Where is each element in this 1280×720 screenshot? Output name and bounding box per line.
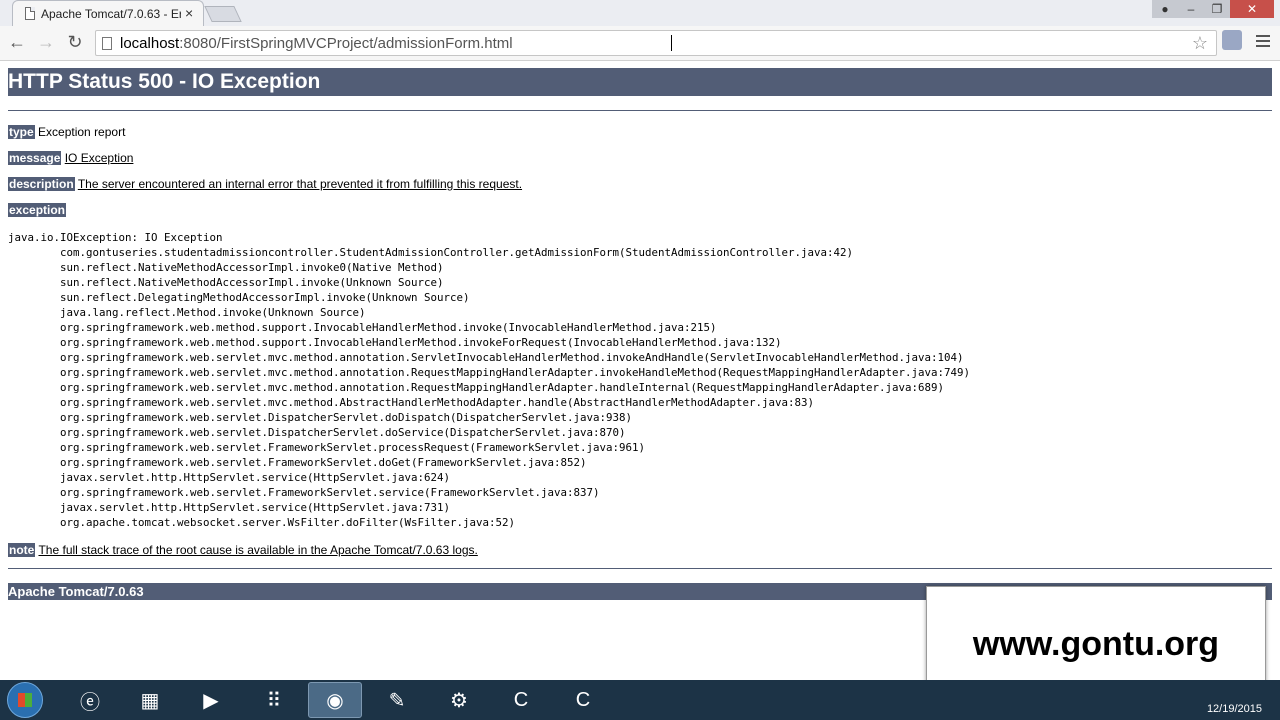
- minimize-button[interactable]: –: [1178, 0, 1204, 18]
- clock-date[interactable]: 12/19/2015: [1207, 703, 1262, 715]
- divider: [8, 110, 1272, 111]
- text-cursor-icon: [671, 35, 678, 51]
- watermark-text: www.gontu.org: [972, 624, 1220, 663]
- error-page: HTTP Status 500 - IO Exception type Exce…: [8, 60, 1272, 600]
- page-icon: [25, 7, 35, 20]
- note-label: note: [8, 543, 36, 557]
- chrome-icon[interactable]: ◉: [308, 682, 362, 718]
- reload-icon[interactable]: ↻: [65, 32, 85, 52]
- browser-titlebar: Apache Tomcat/7.0.63 - Er × ● – ❐ ✕: [0, 0, 1280, 26]
- message-row: message IO Exception: [8, 151, 1272, 165]
- description-label: description: [8, 177, 75, 191]
- bookmark-star-icon[interactable]: ☆: [1192, 33, 1208, 54]
- exception-row: exception: [8, 203, 1272, 217]
- message-value: IO Exception: [64, 151, 134, 165]
- stack-trace: java.io.IOException: IO Exception com.go…: [8, 231, 971, 529]
- browser-tab[interactable]: Apache Tomcat/7.0.63 - Er ×: [12, 0, 204, 26]
- extension-icon[interactable]: [1222, 30, 1242, 50]
- forward-arrow-icon[interactable]: →: [36, 32, 56, 52]
- user-icon[interactable]: ●: [1152, 0, 1178, 18]
- browser-toolbar: ← → ↻ localhost:8080/FirstSpringMVCProje…: [0, 26, 1280, 61]
- page-title: HTTP Status 500 - IO Exception: [8, 68, 1272, 96]
- new-tab-button[interactable]: [204, 6, 242, 22]
- page-icon: [102, 37, 112, 50]
- taskbar: ⓔ ▦ ▶ ⠿ ◉ ✎ ⚙ C C 12/19/2015: [0, 680, 1280, 720]
- type-value: Exception report: [38, 125, 126, 139]
- apps-icon[interactable]: ⠿: [247, 682, 301, 718]
- internet-explorer-icon[interactable]: ⓔ: [63, 682, 117, 718]
- notepad-icon[interactable]: ✎: [370, 682, 424, 718]
- url-host: localhost: [120, 35, 180, 52]
- message-label: message: [8, 151, 62, 165]
- url-text[interactable]: localhost:8080/FirstSpringMVCProject/adm…: [120, 35, 513, 52]
- menu-icon[interactable]: [1256, 32, 1270, 50]
- java-ee-ide-icon[interactable]: ⚙: [432, 682, 486, 718]
- close-icon[interactable]: ×: [185, 5, 193, 21]
- camtasia-icon[interactable]: C: [494, 682, 548, 718]
- description-value: The server encountered an internal error…: [77, 177, 523, 191]
- note-row: note The full stack trace of the root ca…: [8, 543, 1272, 557]
- tab-title: Apache Tomcat/7.0.63 - Er: [41, 7, 181, 21]
- url-path: :8080/FirstSpringMVCProject/admissionFor…: [179, 35, 513, 52]
- exception-label: exception: [8, 203, 67, 217]
- description-row: description The server encountered an in…: [8, 177, 1272, 191]
- maximize-button[interactable]: ❐: [1204, 0, 1230, 18]
- type-row: type Exception report: [8, 125, 1272, 139]
- divider: [8, 568, 1272, 569]
- media-player-icon[interactable]: ▶: [184, 682, 238, 718]
- type-label: type: [8, 125, 35, 139]
- address-bar[interactable]: localhost:8080/FirstSpringMVCProject/adm…: [95, 30, 1217, 56]
- back-arrow-icon[interactable]: ←: [7, 32, 27, 52]
- note-value: The full stack trace of the root cause i…: [38, 543, 478, 557]
- start-orb[interactable]: [7, 682, 43, 718]
- close-window-button[interactable]: ✕: [1230, 0, 1274, 18]
- file-explorer-icon[interactable]: ▦: [123, 682, 177, 718]
- window-controls: ● – ❐ ✕: [1152, 0, 1274, 18]
- camtasia-recorder-icon[interactable]: C: [556, 682, 610, 718]
